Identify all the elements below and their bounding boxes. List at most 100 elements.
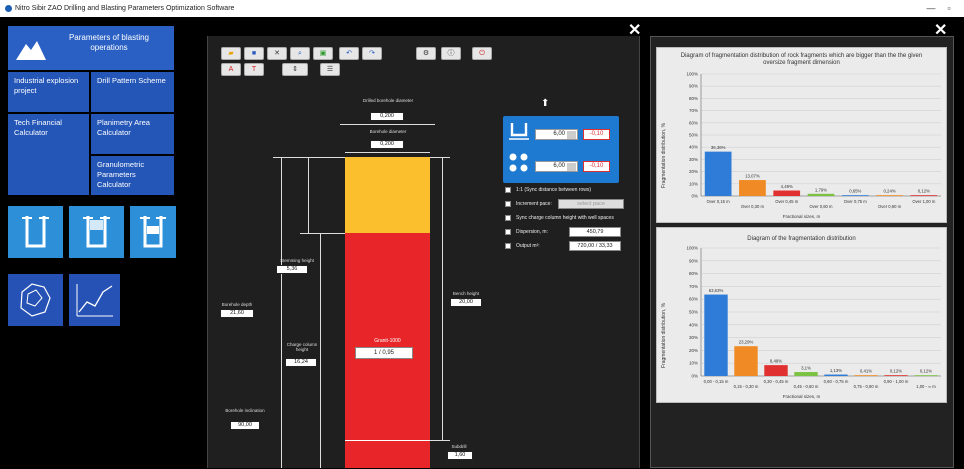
inclination-value[interactable]: 90,00 xyxy=(230,421,260,430)
borehole-depth-value[interactable]: 21,60 xyxy=(220,309,254,318)
y-tick-label: 20% xyxy=(689,169,698,174)
font-size-button[interactable]: A xyxy=(221,63,241,76)
text-button[interactable]: T xyxy=(244,63,264,76)
x-tick-label: 0,15 - 0,30 m xyxy=(734,384,759,389)
folder-icon: ▰ xyxy=(228,50,234,57)
up-arrow-icon[interactable]: ⬆ xyxy=(541,98,549,109)
y-tick-label: 60% xyxy=(689,297,698,302)
row-spacing-spinner[interactable]: 6,00 xyxy=(535,129,578,140)
window-title: Nitro Sibir ZAO Drilling and Blasting Pa… xyxy=(15,5,235,12)
rock-fragment-tile[interactable] xyxy=(8,274,63,326)
drilled-diameter-value[interactable]: 0,200 xyxy=(370,112,404,121)
subdrill-value[interactable]: 1,60 xyxy=(447,451,473,460)
menu-tile-planimetry[interactable]: Planimetry Area Calculator xyxy=(91,114,174,154)
data-label: 0,12% xyxy=(890,369,902,374)
bench-bottom-tick xyxy=(430,440,450,441)
x-tick-label: Over 0,60 m xyxy=(809,204,833,209)
bar xyxy=(807,193,835,196)
distribution-chart: Diagram of the fragmentation distributio… xyxy=(656,227,947,403)
settings-button[interactable]: ⚙ xyxy=(416,47,436,60)
zoom-button[interactable]: ⌕ xyxy=(290,47,310,60)
title-bar: Nitro Sibir ZAO Drilling and Blasting Pa… xyxy=(0,0,964,17)
borehole-empty-icon xyxy=(22,216,49,248)
undo-button[interactable]: ↶ xyxy=(339,47,359,60)
hole-spacing-spinner[interactable]: 6,00 xyxy=(535,161,578,172)
x-tick-label: Over 0,30 m xyxy=(741,204,765,209)
align-button[interactable]: ⇕ xyxy=(282,63,308,76)
charge-height-value[interactable]: 16,24 xyxy=(285,358,317,367)
align-icon: ⇕ xyxy=(292,66,298,73)
x-tick-label: 0,60 - 0,75 m xyxy=(824,379,849,384)
spinner-arrows-icon[interactable] xyxy=(567,131,576,139)
info-button[interactable]: ⓘ xyxy=(441,47,461,60)
checkbox[interactable] xyxy=(505,187,511,193)
redo-button[interactable]: ↷ xyxy=(362,47,382,60)
power-button[interactable]: ⏻ xyxy=(472,47,492,60)
sync-distance-option[interactable]: 1:1 (Sync distance between rows) xyxy=(505,185,635,195)
increment-pace-select[interactable]: select pace xyxy=(558,199,624,209)
spinner-arrows-icon[interactable] xyxy=(567,163,576,171)
borehole-diameter-value[interactable]: 0,200 xyxy=(370,140,404,149)
checkbox[interactable] xyxy=(505,201,511,207)
grid-button[interactable]: ▣ xyxy=(313,47,333,60)
dispersion-option[interactable]: Dispersion, m: xyxy=(505,227,565,237)
row-spacing-delta[interactable]: -0,10 xyxy=(583,129,610,140)
subdrill-section[interactable] xyxy=(345,440,430,468)
app-window: Nitro Sibir ZAO Drilling and Blasting Pa… xyxy=(0,0,964,469)
y-tick-label: 70% xyxy=(689,284,698,289)
stemming-section[interactable] xyxy=(345,157,430,233)
stemming-height-value[interactable]: 5,36 xyxy=(276,265,308,274)
inclination-label: Borehole inclination xyxy=(225,408,265,413)
search-icon: ⌕ xyxy=(298,50,302,57)
power-icon: ⏻ xyxy=(479,50,485,57)
data-label: 0,12% xyxy=(918,189,930,194)
bench-height-value[interactable]: 20,00 xyxy=(450,298,482,307)
subdrill-label: Subdrill xyxy=(451,444,467,449)
checkbox[interactable] xyxy=(505,229,511,235)
stemming-bottom-tick xyxy=(300,233,345,234)
y-tick-label: 90% xyxy=(689,258,698,263)
output-option[interactable]: Output m³: xyxy=(505,241,565,251)
menu-tile-granulometric[interactable]: Granulometric Parameters Calculator xyxy=(91,156,174,195)
maximize-button[interactable]: ▫ xyxy=(942,2,956,14)
menu-tile-tech-financial[interactable]: Tech Financial Calculator xyxy=(8,114,89,195)
menu-tile-blasting-parameters[interactable]: Parameters of blasting operations xyxy=(8,26,174,70)
menu-header-label: Parameters of blasting operations xyxy=(68,33,150,52)
x-tick-label: Over 0,15 m xyxy=(707,199,731,204)
minimize-button[interactable]: — xyxy=(924,2,938,14)
empty-borehole-tile[interactable] xyxy=(8,206,63,258)
menu-tile-drill-pattern[interactable]: Drill Pattern Scheme xyxy=(91,72,174,112)
y-tick-label: 20% xyxy=(689,348,698,353)
hole-grid-icon xyxy=(509,153,528,172)
data-label: 4,49% xyxy=(781,184,793,189)
checkbox[interactable] xyxy=(505,243,511,249)
spinner-value: 6,00 xyxy=(553,163,565,169)
output-field[interactable]: 720,00 / 33,33 xyxy=(569,241,621,251)
chart-analysis-tile[interactable] xyxy=(69,274,120,326)
x-axis-label: Fractional sizes, m xyxy=(782,394,821,399)
charge-height-label: Charge column height xyxy=(286,342,318,352)
chart-plot: 0% 10% 20% 30% 40% 50% 60% 70% 80% 90% 100% 36,36% O… xyxy=(686,72,941,209)
charge-column-section[interactable] xyxy=(345,233,430,440)
grid-icon: ▣ xyxy=(319,50,327,57)
y-tick-label: 50% xyxy=(689,133,698,138)
dispersion-field[interactable]: 450,79 xyxy=(569,227,621,237)
option-label: Sync charge column height with well spac… xyxy=(516,215,614,221)
sync-charge-option[interactable]: Sync charge column height with well spac… xyxy=(505,213,635,223)
charged-borehole-tile[interactable] xyxy=(130,206,176,258)
checkbox[interactable] xyxy=(505,215,511,221)
x-tick-label: Over 0,75 m xyxy=(844,199,868,204)
row-spacing-icon xyxy=(509,123,529,140)
save-icon: ■ xyxy=(251,50,257,57)
x-tick-label: 0,30 - 0,45 m xyxy=(764,379,789,384)
list-button[interactable]: ☰ xyxy=(320,63,340,76)
menu-tile-industrial-explosion[interactable]: Industrial explosion project xyxy=(8,72,89,112)
stemmed-borehole-tile[interactable] xyxy=(69,206,124,258)
new-file-button[interactable]: ▰ xyxy=(221,47,241,60)
save-button[interactable]: ■ xyxy=(244,47,264,60)
delete-button[interactable]: ✕ xyxy=(267,47,287,60)
undo-icon: ↶ xyxy=(346,50,352,57)
hole-spacing-delta[interactable]: -0,10 xyxy=(583,161,610,172)
fraction-value[interactable]: 1 / 0,95 xyxy=(355,347,413,359)
menu-item-label: Industrial explosion project xyxy=(14,76,79,95)
